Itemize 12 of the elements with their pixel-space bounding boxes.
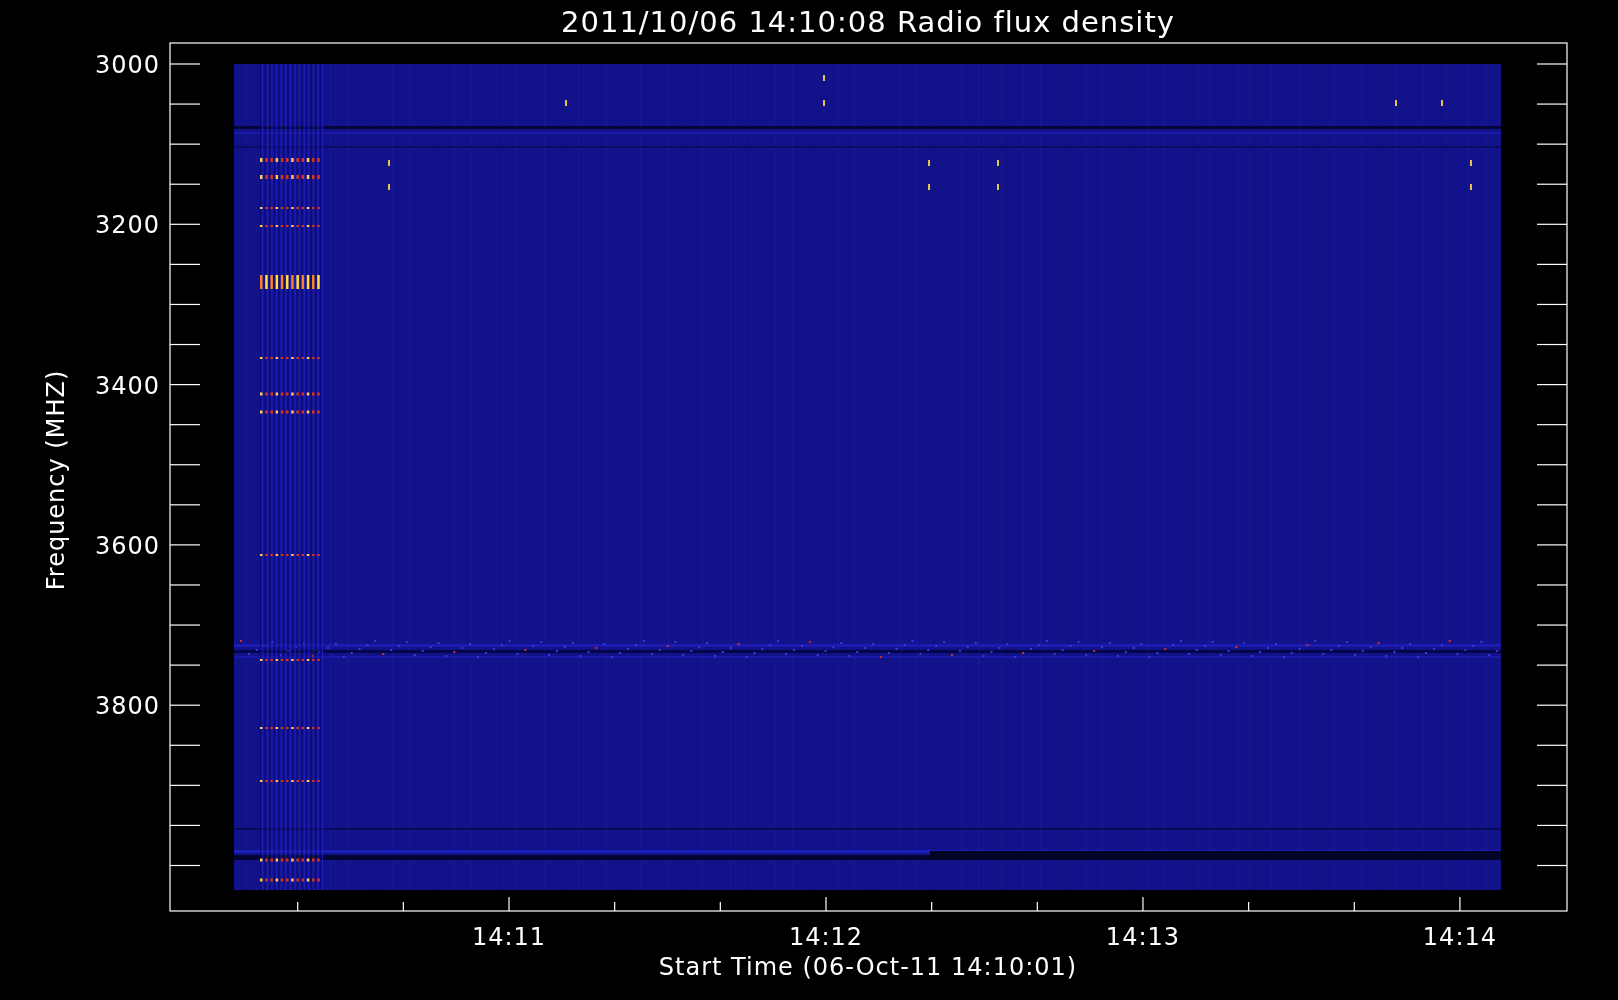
y-tick-label: 3000 <box>94 51 160 79</box>
y-tick-label: 3600 <box>94 531 160 560</box>
y-tick-label: 3200 <box>94 211 160 240</box>
x-tick-label: 14:11 <box>471 923 547 951</box>
chart-title: 2011/10/06 14:10:08 Radio flux density <box>561 5 1175 39</box>
x-axis-label: Start Time (06-Oct-11 14:10:01) <box>658 953 1078 981</box>
y-tick-label: 3400 <box>94 371 160 400</box>
y-axis-label: Frequency (MHZ) <box>42 369 70 591</box>
x-tick-label: 14:12 <box>788 923 864 951</box>
x-tick-label: 14:14 <box>1422 923 1498 951</box>
y-tick-label: 3800 <box>94 692 160 721</box>
x-tick-label: 14:13 <box>1105 923 1181 951</box>
